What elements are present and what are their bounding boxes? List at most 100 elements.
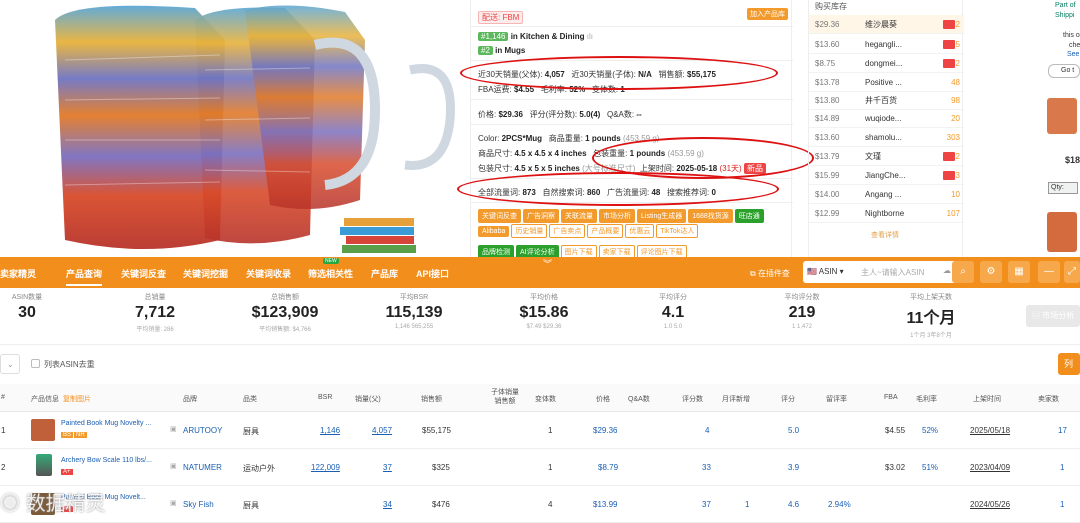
tag-wangdiantong[interactable]: 旺店通 [734, 209, 764, 223]
go-button[interactable]: Go t [1048, 64, 1080, 78]
list-view-button[interactable]: 列表 [1058, 353, 1080, 391]
col-price[interactable]: 价格 [596, 394, 610, 404]
related-product-image[interactable] [1047, 98, 1077, 134]
tag-alibaba[interactable]: Alibaba [478, 226, 510, 237]
tag-coupon-cloud[interactable]: 优惠云 [625, 224, 655, 238]
col-brand[interactable]: 品牌 [183, 394, 197, 404]
table-row[interactable]: Painted Book Mug Novelt... A+ ▣ Sky Fish… [0, 486, 1080, 523]
tag-tiktok[interactable]: TikTok达人 [656, 224, 699, 238]
product-thumbnail[interactable] [36, 454, 52, 476]
market-analysis-button[interactable]: ▤ 市场分析 [1026, 305, 1080, 327]
brand-link[interactable]: Sky Fish [183, 500, 214, 509]
col-rating[interactable]: 评分 [781, 394, 795, 404]
rank2-category-link[interactable]: Mugs [504, 46, 525, 55]
nav-api[interactable]: API接口 [416, 267, 449, 280]
rank1-category-link[interactable]: Kitchen & Dining [520, 32, 584, 41]
tag-related-traffic[interactable]: 关联流量 [561, 209, 597, 223]
sales-cell[interactable]: 4,057 [372, 426, 392, 435]
tag-ad-insight[interactable]: 广告洞察 [523, 209, 559, 223]
bsr-cell[interactable]: 1,146 [320, 426, 340, 435]
tag-sales-history[interactable]: 历史销量 [511, 224, 548, 238]
seller-download-button[interactable]: 卖家下载 [598, 245, 635, 257]
grid-icon[interactable]: ▦ [1008, 261, 1030, 283]
col-bsr[interactable]: BSR [318, 394, 332, 401]
buybox-see-link[interactable]: See [1067, 51, 1079, 58]
brand-check-button[interactable]: 品牌检测 [478, 245, 514, 257]
col-variants[interactable]: 变体数 [535, 394, 556, 404]
compare-icon[interactable]: ▣ [170, 425, 177, 433]
seller-row[interactable]: $12.99 Nightborne 107 [809, 204, 964, 223]
expand-icon[interactable]: ⤢ [1064, 261, 1080, 283]
seller-row[interactable]: $15.99 JiangChe... 3 [809, 166, 964, 185]
col-fba[interactable]: FBA [884, 394, 898, 401]
upload-icon[interactable]: ☁ [943, 266, 951, 275]
seller-row[interactable]: $8.75 dongmei... 2 [809, 54, 964, 73]
minimize-icon[interactable]: — [1038, 261, 1060, 283]
nav-relevance-filter[interactable]: 筛选相关性 [308, 267, 353, 280]
col-category[interactable]: 品类 [243, 394, 257, 404]
col-rating-count[interactable]: 评分数 [682, 394, 703, 404]
sellers-cell[interactable]: 1 [1060, 463, 1064, 472]
col-child-sales[interactable]: 子体销量销售额 [490, 388, 520, 406]
sellers-cell[interactable]: 17 [1058, 426, 1067, 435]
brand-link[interactable]: NATUMER [183, 463, 222, 472]
seller-row[interactable]: $13.60 shamolu... 303 [809, 128, 964, 147]
open-in-plugin-link[interactable]: ⧉ 在插件查 [750, 268, 790, 279]
table-row[interactable]: 1 Painted Book Mug Novelty ... BS NR ▣ A… [0, 412, 1080, 449]
nav-keyword-index[interactable]: 关键词收录 [246, 267, 291, 280]
sellers-cell[interactable]: 1 [1060, 500, 1064, 509]
seller-more-link[interactable]: 查看详情 [871, 230, 899, 240]
seller-row[interactable]: $13.80 井千百货 98 [809, 91, 964, 110]
qty-select[interactable]: Qty: [1048, 182, 1078, 194]
col-launch-date[interactable]: 上架时间 [973, 394, 1001, 404]
sales-cell[interactable]: 34 [383, 500, 392, 509]
nav-product-query[interactable]: 产品查询 [66, 267, 103, 286]
brand-logo[interactable]: 卖家精灵 [0, 267, 36, 280]
seller-row[interactable]: $29.36 维沙晨葵 2 [809, 15, 964, 34]
compare-icon[interactable]: ▣ [170, 499, 177, 507]
seller-row[interactable]: $13.60 hegangli... 5 [809, 35, 964, 54]
col-sales-parent[interactable]: 销量(父) [355, 394, 381, 404]
sales-cell[interactable]: 37 [383, 463, 392, 472]
nav-keyword-mining[interactable]: 关键词挖掘 [183, 267, 228, 280]
tag-keyword-reverse[interactable]: 关键词反查 [478, 209, 521, 223]
tag-market-analysis[interactable]: 市场分析 [599, 209, 635, 223]
seller-row[interactable]: $13.79 文瑾 2 [809, 147, 964, 166]
bar-chart-icon[interactable]: ılı [587, 32, 593, 41]
related-product-image-2[interactable] [1047, 212, 1077, 252]
table-row[interactable]: 2 Archery Bow Scale 110 lbs/... A+ ▣ NAT… [0, 449, 1080, 486]
col-margin[interactable]: 毛利率 [916, 394, 937, 404]
tag-ad-points[interactable]: 广告卖点 [549, 224, 586, 238]
review-image-download-button[interactable]: 评论图片下载 [636, 245, 687, 257]
brand-link[interactable]: ARUTOOY [183, 426, 222, 435]
col-monthly-new[interactable]: 月评新增 [722, 394, 750, 404]
compare-icon[interactable]: ▣ [170, 462, 177, 470]
search-icon[interactable]: ⌕ [952, 261, 974, 283]
copy-image-link[interactable]: 复制图片 [63, 394, 91, 404]
product-title-link[interactable]: Archery Bow Scale 110 lbs/... [61, 457, 152, 464]
col-sellers[interactable]: 卖家数 [1038, 394, 1059, 404]
seller-row[interactable]: $14.00 Angang ... 10 [809, 185, 964, 204]
nav-product-library[interactable]: 产品库 [371, 267, 398, 280]
page-size-select[interactable]: ⌄ [0, 354, 20, 374]
col-qa[interactable]: Q&A数 [628, 394, 650, 404]
col-review-rate[interactable]: 留评率 [826, 394, 847, 404]
image-download-button[interactable]: 图片下载 [560, 245, 597, 257]
settings-icon[interactable]: ⚙ [980, 261, 1002, 283]
collapse-chevron-icon[interactable]: ︾ [543, 257, 552, 270]
product-title-link[interactable]: Painted Book Mug Novelty ... [61, 420, 151, 427]
nav-keyword-reverse[interactable]: 关键词反查 [121, 267, 166, 280]
product-thumbnail[interactable] [31, 419, 55, 441]
tag-1688-source[interactable]: 1688找货源 [688, 209, 733, 223]
add-to-product-library-button[interactable]: 加入产品库 [747, 8, 788, 20]
marketplace-select[interactable]: 🇺🇸 ASIN ▾ [807, 267, 844, 276]
dedupe-checkbox[interactable] [31, 359, 40, 368]
bsr-cell[interactable]: 122,009 [311, 463, 340, 472]
asin-search-input[interactable]: 主人~请输入ASIN [861, 267, 924, 278]
tag-product-summary[interactable]: 产品概要 [587, 224, 624, 238]
seller-row[interactable]: $14.89 wuqiode... 20 [809, 109, 964, 128]
seller-row[interactable]: $13.78 Positive ... 48 [809, 73, 964, 92]
tag-listing-generator[interactable]: Listing生成器 [637, 209, 687, 223]
ai-review-button[interactable]: AI评论分析 [516, 245, 559, 257]
col-revenue[interactable]: 销售额 [421, 394, 442, 404]
